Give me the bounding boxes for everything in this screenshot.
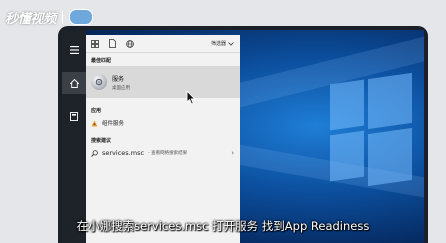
best-match-heading: 最佳匹配 — [91, 58, 112, 64]
search-suggestions-heading: 搜索建议 — [91, 138, 112, 144]
menu-button[interactable] — [66, 42, 82, 58]
home-icon — [69, 78, 79, 88]
all-results-icon[interactable] — [91, 39, 99, 48]
app-result-component-services[interactable]: 组件服务 — [91, 119, 124, 127]
toolbar-divider — [86, 52, 240, 53]
video-subtitle: 在小娜搜索services.msc 打开服务 找到App Readiness — [76, 219, 370, 233]
windows-logo-pane — [368, 72, 412, 130]
desktop-screen: 筛选器 最佳匹配 服务 桌面应用 应用 组件服务 搜索建议 services.m… — [62, 30, 424, 243]
web-search-suggestion[interactable]: services.msc - 查看网络搜索结果 › — [91, 149, 234, 157]
chevron-down-icon — [228, 41, 234, 46]
chevron-right-icon[interactable]: › — [231, 149, 234, 157]
windows-logo-pane — [368, 127, 412, 187]
mouse-cursor-icon — [186, 90, 196, 105]
hamburger-icon — [69, 46, 79, 54]
laptop-bezel: 筛选器 最佳匹配 服务 桌面应用 应用 组件服务 搜索建议 services.m… — [58, 26, 428, 243]
watermark-logo-icon — [68, 9, 93, 25]
windows-logo-pane — [330, 79, 364, 131]
filter-label: 筛选器 — [210, 41, 226, 47]
app-result-label: 组件服务 — [102, 121, 125, 127]
watermark-brand: 秒懂视频 — [5, 11, 56, 27]
windows-logo-pane — [330, 130, 364, 182]
taskbar — [62, 30, 86, 243]
filter-button[interactable]: 筛选器 — [211, 40, 234, 47]
watermark-divider — [61, 10, 63, 24]
services-gear-icon — [91, 74, 107, 90]
best-match-subtitle: 桌面应用 — [112, 85, 130, 91]
gear-icon — [95, 78, 103, 86]
component-services-icon — [91, 120, 98, 126]
documents-icon[interactable] — [109, 39, 116, 48]
apps-heading: 应用 — [91, 108, 102, 114]
best-match-result[interactable]: 服务 桌面应用 — [86, 66, 240, 98]
web-search-hint: - 查看网络搜索结果 — [148, 151, 188, 156]
web-icon[interactable] — [126, 39, 134, 48]
best-match-title: 服务 — [112, 75, 125, 83]
notebook-icon — [70, 111, 78, 121]
web-search-query: services.msc — [102, 149, 145, 157]
search-icon — [91, 149, 98, 157]
search-results-panel: 筛选器 最佳匹配 服务 桌面应用 应用 组件服务 搜索建议 services.m… — [86, 35, 240, 243]
home-button[interactable] — [62, 72, 86, 94]
notebook-button[interactable] — [66, 108, 82, 124]
